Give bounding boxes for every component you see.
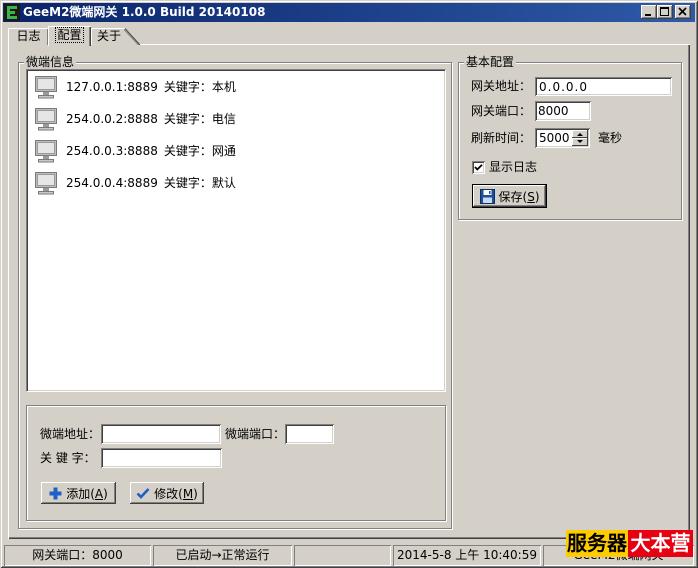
gateway-port-label: 网关端口： (471, 104, 532, 118)
monitor-icon (33, 106, 59, 132)
monitor-icon (33, 138, 59, 164)
client-info-group-title: 微端信息 (24, 55, 77, 69)
refresh-interval-value[interactable]: 5000 (539, 128, 570, 148)
save-button-label: 保存(S) (498, 189, 540, 204)
save-button[interactable]: 保存(S) (472, 184, 547, 208)
list-item[interactable]: 254.0.0.4:8889 关键字：默认 (33, 170, 437, 196)
monitor-icon (33, 74, 59, 100)
add-button[interactable]: 添加(A) (41, 482, 116, 504)
client-keyword-input[interactable] (101, 448, 222, 468)
tab-about[interactable]: 关于 (91, 28, 141, 45)
keyword-label: 关键字： (163, 112, 212, 126)
client-keyword: 网通 (211, 144, 236, 158)
list-item-text: 254.0.0.4:8889 关键字：默认 (66, 170, 236, 196)
client-keyword: 本机 (211, 80, 236, 94)
gateway-port-input[interactable] (535, 101, 591, 121)
client-address: 254.0.0.3:8888 (66, 144, 158, 158)
refresh-interval-label: 刷新时间： (471, 131, 532, 145)
client-port-input[interactable] (285, 424, 334, 444)
gateway-address-input[interactable] (535, 77, 672, 96)
client-list[interactable]: 127.0.0.1:8889 关键字：本机 254.0.0.2:8888 关键字：电… (26, 69, 446, 392)
app-window: GeeM2微端网关 1.0.0 Build 20140108 日志 配置 关于 … (0, 0, 698, 568)
maximize-icon (660, 7, 669, 16)
spin-down-button[interactable] (572, 138, 588, 146)
minimize-icon (645, 14, 651, 16)
spin-up-button[interactable] (572, 130, 588, 138)
keyword-label: 关键字： (163, 176, 212, 190)
minimize-button[interactable] (641, 5, 657, 19)
refresh-interval-unit: 毫秒 (598, 131, 623, 145)
check-icon (136, 487, 150, 499)
close-button[interactable] (675, 5, 691, 19)
watermark-left-text: 服务器 (566, 530, 628, 557)
monitor-icon (33, 170, 59, 196)
client-address: 127.0.0.1:8889 (66, 80, 158, 94)
client-address: 254.0.0.4:8889 (66, 176, 158, 190)
tab-config[interactable]: 配置 (48, 26, 91, 46)
client-edit-panel: 微端地址： 微端端口： 关 键 字： 添加(A) 修改(M) (26, 405, 446, 521)
plus-icon (49, 487, 62, 499)
tab-about-label: 关于 (97, 29, 122, 43)
maximize-button[interactable] (657, 5, 673, 19)
list-item-text: 254.0.0.3:8888 关键字：网通 (66, 138, 236, 164)
client-address-input[interactable] (101, 424, 221, 444)
client-address-label: 微端地址： (40, 427, 101, 441)
arrow-up-icon (577, 133, 583, 136)
tab-log-label: 日志 (16, 29, 41, 43)
watermark-right-text: 大本营 (628, 530, 693, 557)
client-address: 254.0.0.2:8888 (66, 112, 158, 126)
arrow-down-icon (577, 140, 583, 143)
client-keyword: 默认 (211, 176, 236, 190)
refresh-interval-spinner[interactable]: 5000 (535, 128, 590, 148)
list-item-text: 127.0.0.1:8889 关键字：本机 (66, 74, 236, 100)
title-bar[interactable]: GeeM2微端网关 1.0.0 Build 20140108 (3, 3, 695, 22)
modify-button-label: 修改(M) (154, 486, 198, 501)
client-port-label: 微端端口： (225, 427, 286, 441)
modify-button[interactable]: 修改(M) (130, 482, 204, 504)
gateway-address-label: 网关地址： (471, 79, 532, 93)
add-button-label: 添加(A) (66, 486, 108, 501)
tab-config-label: 配置 (55, 27, 84, 43)
basic-config-group: 网关地址： 网关端口： 刷新时间： 5000 毫秒 显示日志 保存(S) (458, 62, 682, 220)
window-title: GeeM2微端网关 1.0.0 Build 20140108 (23, 5, 266, 19)
keyword-label: 关键字： (163, 144, 212, 158)
basic-config-group-title: 基本配置 (464, 55, 517, 69)
tab-log[interactable]: 日志 (8, 28, 49, 45)
show-log-checkbox[interactable] (472, 161, 485, 174)
list-item[interactable]: 254.0.0.2:8888 关键字：电信 (33, 106, 437, 132)
list-item[interactable]: 254.0.0.3:8888 关键字：网通 (33, 138, 437, 164)
status-panel-gateway-port: 网关端口：8000 (4, 545, 151, 566)
list-item-text: 254.0.0.2:8888 关键字：电信 (66, 106, 236, 132)
show-log-label[interactable]: 显示日志 (489, 159, 537, 176)
app-e-icon (4, 4, 20, 21)
status-panel-empty (294, 545, 391, 566)
status-panel-run-state: 已启动→正常运行 (153, 545, 292, 566)
keyword-label: 关键字： (163, 80, 212, 94)
close-icon (678, 7, 687, 16)
client-keyword-label: 关 键 字： (40, 451, 96, 465)
show-log-check-icon (474, 164, 483, 171)
list-item[interactable]: 127.0.0.1:8889 关键字：本机 (33, 74, 437, 100)
status-panel-datetime: 2014-5-8 上午 10:40:59 (393, 545, 541, 566)
floppy-disk-icon (479, 188, 495, 204)
client-keyword: 电信 (211, 112, 236, 126)
